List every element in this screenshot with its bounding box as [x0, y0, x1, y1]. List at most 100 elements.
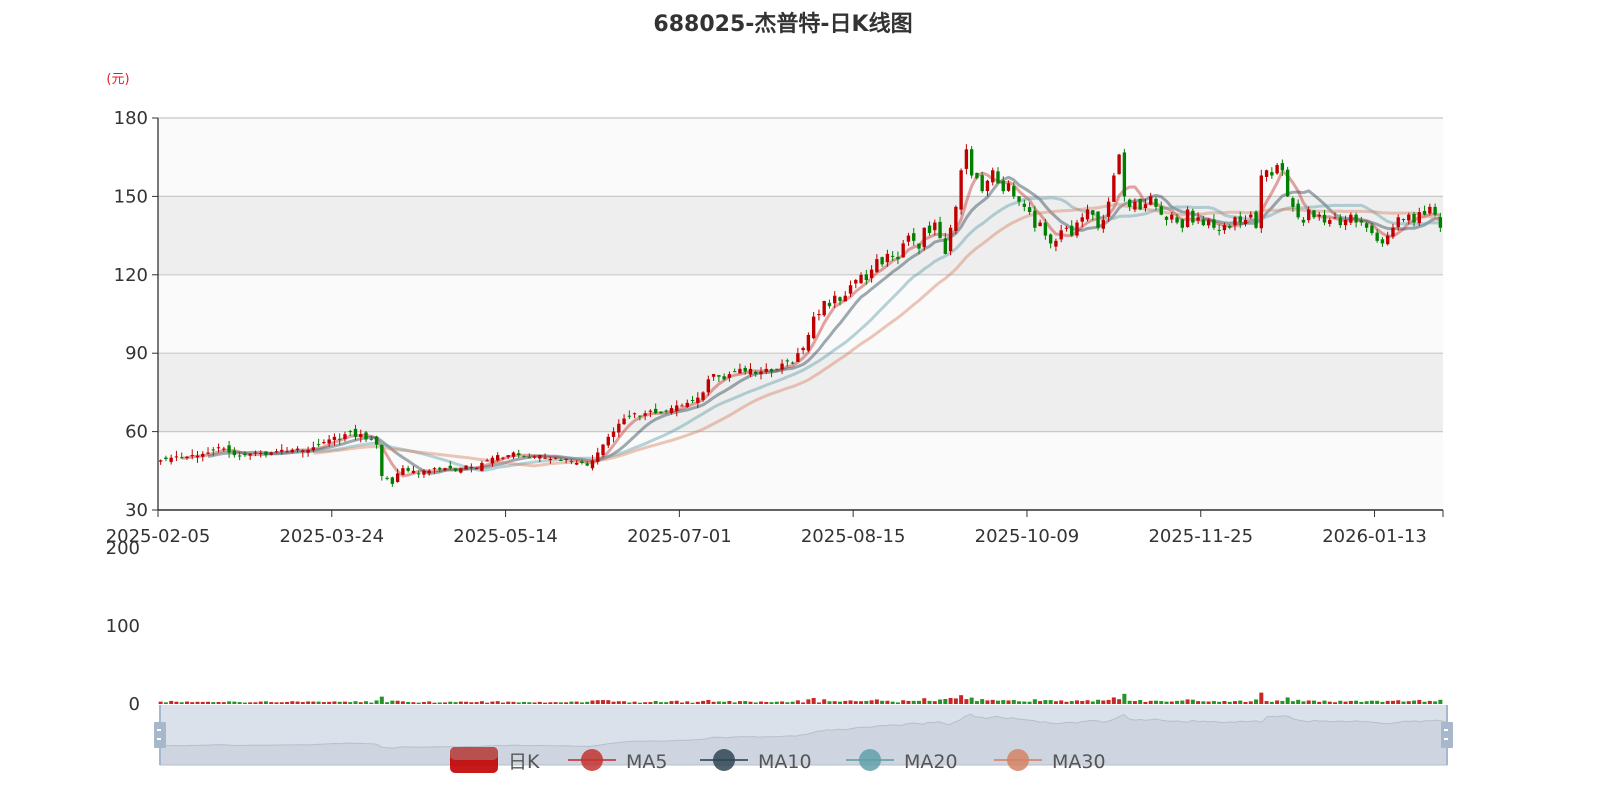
candle-body [532, 456, 537, 458]
volume-bar [1238, 700, 1243, 704]
candle-body [701, 392, 705, 400]
volume-bar [227, 701, 232, 704]
candle-body [759, 371, 763, 375]
volume-bar [816, 702, 821, 704]
volume-bar [248, 702, 253, 704]
volume-bar [695, 701, 700, 704]
candle-body [559, 459, 563, 461]
candle-body [1038, 222, 1042, 227]
candle-body [380, 444, 384, 477]
volume-bar [358, 702, 363, 704]
candle-body [222, 448, 226, 450]
volume-bar [864, 700, 869, 704]
volume-bar [1022, 701, 1027, 704]
candle-body [211, 449, 215, 451]
candle-body [1301, 219, 1306, 223]
candle-body [553, 457, 558, 459]
candle-body [543, 457, 547, 459]
volume-bar [1175, 700, 1180, 704]
candle-body [669, 408, 674, 414]
candle-body [1027, 207, 1032, 213]
candle-body [1349, 214, 1353, 223]
volume-bar [848, 700, 853, 704]
volume-bars [158, 692, 1443, 704]
volume-bar [179, 702, 184, 704]
volume-bar [269, 702, 274, 704]
volume-bar [1369, 700, 1374, 704]
y-axis: 30 60 90 120 150 180 [114, 108, 159, 521]
volume-bar [627, 702, 632, 704]
candle-body [1059, 230, 1063, 240]
volume-bar [1311, 700, 1316, 704]
candle-body [1285, 169, 1290, 197]
candle-body [1433, 206, 1437, 215]
candle-body [954, 206, 958, 231]
slider-handle[interactable] [1441, 722, 1453, 748]
candle-body [422, 470, 426, 475]
candle-body [1143, 204, 1148, 209]
volume-bar [980, 699, 985, 704]
candle-body [1354, 214, 1358, 223]
candle-body [237, 455, 242, 457]
candle-body [632, 413, 637, 415]
volume-bar [532, 702, 537, 704]
candle-body [717, 375, 721, 377]
volume-bar [374, 700, 379, 704]
candle-body [1391, 227, 1395, 237]
candle-body [206, 452, 210, 454]
volume-bar [1264, 701, 1269, 704]
volume-bar [453, 702, 458, 704]
candle-body [395, 473, 400, 482]
candle-body [1206, 219, 1211, 226]
candle-body [438, 467, 442, 470]
candle-body [285, 451, 289, 453]
grid-band [158, 431, 1443, 510]
volume-bar [759, 701, 764, 704]
candle-body [732, 371, 737, 373]
x-axis: 2025-02-05 2025-03-24 2025-05-14 2025-07-01… [106, 509, 1444, 547]
candle-body [490, 457, 495, 464]
grid-band [158, 118, 1443, 197]
grid-bands [158, 117, 1443, 511]
candle-body [485, 460, 489, 462]
volume-bar [579, 702, 584, 704]
volume-bar [1438, 699, 1443, 704]
candle-body [348, 431, 352, 433]
candle-body [927, 225, 932, 233]
legend-circle-icon [581, 749, 603, 771]
candle-body [311, 447, 316, 451]
legend-circle-icon [859, 749, 881, 771]
volume-bar [1243, 701, 1248, 704]
x-tick-label: 2025-07-01 [627, 526, 732, 547]
volume-bar [832, 701, 837, 704]
volume-bar [853, 701, 858, 704]
candle-body [1222, 225, 1227, 231]
volume-bar [1427, 700, 1432, 704]
volume-bar [727, 700, 732, 704]
candle-body [796, 353, 800, 362]
candle-body [569, 461, 574, 463]
volume-bar [911, 700, 916, 704]
volume-bar [1111, 697, 1116, 704]
slider-handle-grip [157, 738, 161, 740]
volume-bar [348, 702, 353, 704]
volume-bar [590, 700, 595, 704]
candle-body [885, 253, 890, 263]
candle-body [617, 423, 621, 433]
legend-item-日k[interactable]: 日K [450, 747, 540, 773]
legend-label: MA10 [758, 751, 812, 773]
volume-bar [1090, 701, 1095, 704]
volume-bar [443, 702, 448, 704]
volume-bar [1069, 701, 1074, 704]
volume-bar [706, 699, 711, 704]
volume-bar [1127, 700, 1132, 704]
slider-handle[interactable] [154, 722, 166, 748]
candle-body [1122, 152, 1127, 197]
volume-bar [437, 702, 442, 704]
candle-body [1149, 196, 1153, 205]
candle-body [1033, 210, 1037, 228]
candle-body [890, 255, 895, 257]
volume-bar [722, 701, 727, 704]
volume-bar [263, 701, 268, 704]
candle-body [364, 432, 368, 440]
